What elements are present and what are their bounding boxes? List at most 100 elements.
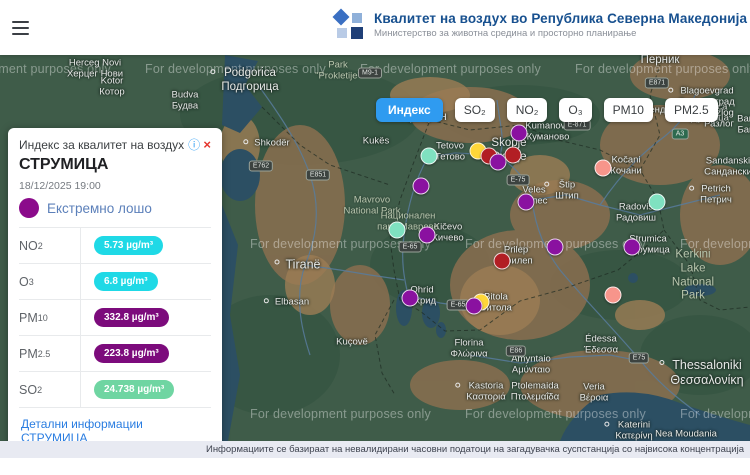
city-marker-icon [604,422,609,427]
road-badge: E851 [306,170,330,181]
popup-title: Индекс за квалитет на воздух [19,138,184,152]
measurement-row: SO2 24.738 µg/m³ [19,372,211,408]
pollutant-label: PM2.5 [19,336,81,371]
map-label: Ptolemaida Πτολεμαΐδα [511,381,559,404]
measurements-table: NO25.73 µg/m³O36.8 µg/m³PM10332.8 µg/m³P… [19,227,211,408]
map-label: Kukës [363,135,389,146]
map-label: Sandanski Сандански [704,156,750,179]
measurement-value-pill: 223.8 µg/m³ [94,344,169,363]
details-link[interactable]: Детални информации СТРУМИЦА [21,417,211,441]
city-marker-icon [264,298,269,303]
map-label: Tiranë [286,258,321,273]
measurement-value-pill: 332.8 µg/m³ [94,308,169,327]
city-marker-icon [275,260,280,265]
station-popup: Индекс за квалитет на воздух ⓘ × СТРУМИЦ… [8,128,222,441]
map-label: Tetovo Тетово [435,141,465,164]
road-badge: E762 [249,161,273,172]
map-watermark: For development purposes only [250,407,431,421]
ministry-logo-icon [333,8,365,42]
info-icon[interactable]: ⓘ [188,136,200,153]
map-watermark: For development purposes only [680,407,750,421]
measurement-value-cell: 6.8 µg/m³ [81,264,158,299]
station-dot[interactable] [466,298,483,315]
map-label: Kotor Котор [99,76,124,99]
map-label: Budva Будва [172,90,199,113]
status-color-dot [19,198,39,218]
city-marker-icon [210,69,215,74]
status-label: Екстремно лошо [47,201,152,216]
pollutant-tabs: Индекс SO₂ NO₂ O₃ PM10 PM2.5 [376,98,718,122]
tab-index[interactable]: Индекс [376,98,443,122]
map-label: Shkodër [254,137,289,148]
disclaimer-bar: Информациите се базираат на невалидирани… [0,441,750,458]
city-marker-icon [455,383,460,388]
map-label: Florina Φλώρινα [450,338,487,361]
measurement-value-cell: 24.738 µg/m³ [81,372,174,407]
station-dot[interactable] [624,239,641,256]
tab-so2[interactable]: SO₂ [455,98,495,122]
city-marker-icon [668,88,673,93]
tab-no2[interactable]: NO₂ [507,98,548,122]
brand: Квалитет на воздух во Република Северна … [333,8,747,42]
map-label: Kerkini Lake National Park [665,248,722,303]
station-dot[interactable] [518,194,535,211]
measurement-value-cell: 332.8 µg/m³ [81,300,169,335]
pollutant-label: PM10 [19,300,81,335]
map-label: Veria Βέροια [580,382,609,405]
map-label: Kuçovë [336,336,368,347]
measurement-value-pill: 5.73 µg/m³ [94,236,163,255]
station-dot[interactable] [505,147,522,164]
pollutant-label: NO2 [19,228,81,263]
close-icon[interactable]: × [203,137,211,152]
road-badge: E-65 [399,242,422,253]
station-dot[interactable] [389,222,406,239]
station-dot[interactable] [419,227,436,244]
app-title: Квалитет на воздух во Република Северна … [374,11,747,26]
map-label: Перник [641,55,680,68]
road-badge: E-75 [507,175,530,186]
station-name: СТРУМИЦА [19,156,211,174]
station-dot[interactable] [413,178,430,195]
popup-header: Индекс за квалитет на воздух ⓘ × [19,136,211,153]
station-dot[interactable] [402,290,419,307]
city-marker-icon [689,186,694,191]
station-dot[interactable] [547,239,564,256]
map-label: Kastoria Καστοριά [466,381,505,404]
station-dot[interactable] [595,160,612,177]
city-marker-icon [243,139,248,144]
status-row: Екстремно лошо [19,196,211,220]
map-label: Édessa Έδεσσα [584,334,618,357]
station-dot[interactable] [511,125,528,142]
station-dot[interactable] [421,148,438,165]
app-header: Квалитет на воздух во Република Северна … [0,0,750,55]
map-label: Bansko Банско [737,114,750,137]
app-root: Квалитет на воздух во Република Северна … [0,0,750,475]
road-badge: M9-1 [358,68,382,79]
road-badge: E871 [645,78,669,89]
road-badge: A3 [672,129,689,140]
measurement-row: PM10 332.8 µg/m³ [19,300,211,336]
measurement-value-cell: 5.73 µg/m³ [81,228,163,263]
map-label: Kočani Кочани [610,155,641,178]
measurement-value-pill: 24.738 µg/m³ [94,380,174,399]
map-label: Elbasan [275,296,309,307]
map-label: Nea Moudania [655,428,717,439]
station-dot[interactable] [605,287,622,304]
map-label: Petrich Петрич [700,184,732,207]
station-dot[interactable] [649,194,666,211]
hamburger-menu-icon[interactable] [12,17,34,37]
tab-pm10[interactable]: PM10 [604,98,653,122]
measurement-row: O36.8 µg/m³ [19,264,211,300]
map-canvas[interactable]: For development purposes only For develop… [0,55,750,441]
measurement-value-pill: 6.8 µg/m³ [94,272,158,291]
road-badge: E86 [506,346,526,357]
measurement-row: NO2 5.73 µg/m³ [19,228,211,264]
measurement-value-cell: 223.8 µg/m³ [81,336,169,371]
station-dot[interactable] [494,253,511,270]
tab-pm25[interactable]: PM2.5 [665,98,718,122]
city-marker-icon [544,182,549,187]
tab-o3[interactable]: O₃ [559,98,591,122]
app-subtitle: Министерство за животна средина и просто… [374,28,747,39]
pollutant-label: SO2 [19,372,81,407]
city-marker-icon [659,360,664,365]
